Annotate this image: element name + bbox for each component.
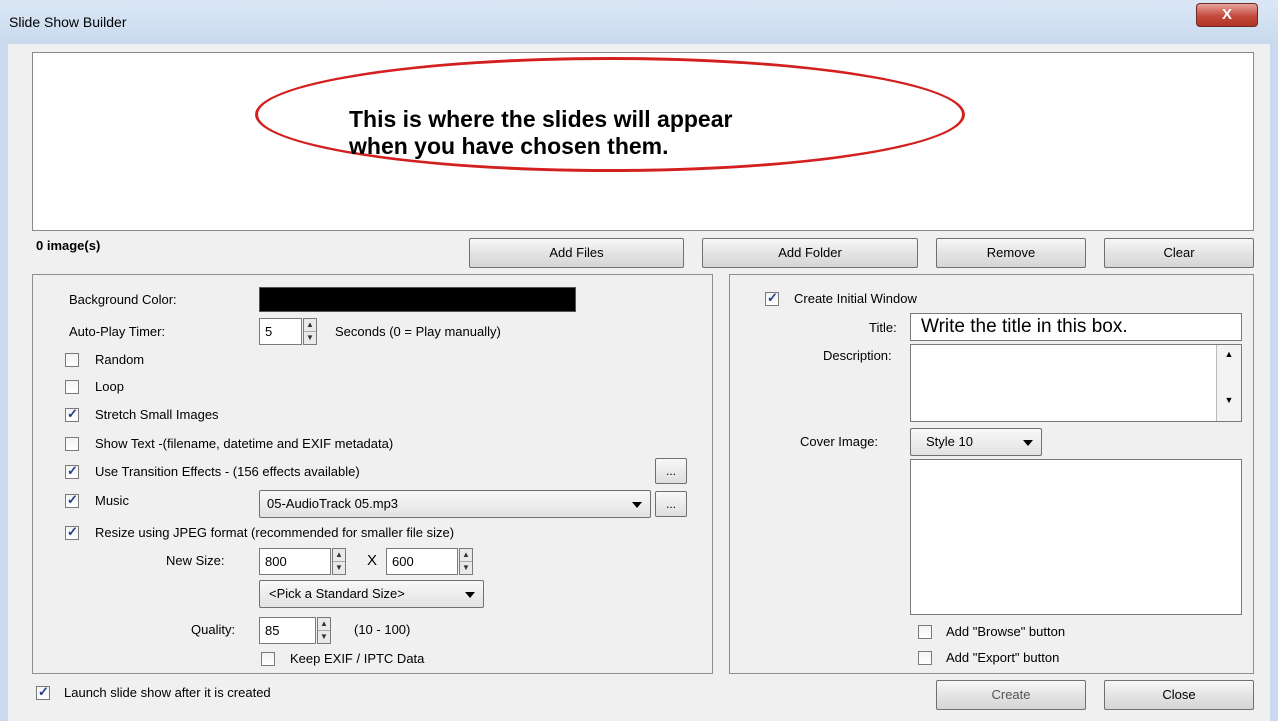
launch-label: Launch slide show after it is created <box>64 685 271 700</box>
new-size-label: New Size: <box>166 553 225 568</box>
cover-image-preview <box>910 459 1242 615</box>
music-dropdown[interactable]: 05-AudioTrack 05.mp3 <box>259 490 651 518</box>
add-folder-button[interactable]: Add Folder <box>702 238 918 268</box>
loop-label: Loop <box>95 379 124 394</box>
quality-stepper[interactable]: ▲ ▼ <box>317 617 331 644</box>
window-title: Slide Show Builder <box>9 14 127 30</box>
timer-label: Auto-Play Timer: <box>69 324 166 339</box>
title-input[interactable]: Write the title in this box. <box>910 313 1242 341</box>
image-count: 0 image(s) <box>36 238 101 253</box>
standard-size-dropdown[interactable]: <Pick a Standard Size> <box>259 580 484 608</box>
spin-down-icon[interactable]: ▼ <box>460 562 472 575</box>
remove-button[interactable]: Remove <box>936 238 1086 268</box>
music-checkbox[interactable] <box>65 492 79 508</box>
height-input[interactable]: 600 <box>386 548 458 575</box>
cover-image-value: Style 10 <box>926 434 973 449</box>
preview-message: This is where the slides will appear whe… <box>349 106 949 160</box>
export-button-label: Add "Export" button <box>946 650 1060 665</box>
music-more-button[interactable]: ... <box>655 491 687 517</box>
resize-checkbox[interactable] <box>65 524 79 540</box>
window-close-button[interactable]: X <box>1196 3 1258 27</box>
preview-message-line1: This is where the slides will appear <box>349 106 733 132</box>
stretch-label: Stretch Small Images <box>95 407 219 422</box>
transition-label: Use Transition Effects - (156 effects av… <box>95 464 360 479</box>
add-files-button[interactable]: Add Files <box>469 238 684 268</box>
launch-checkbox[interactable] <box>36 684 50 700</box>
random-label: Random <box>95 352 145 367</box>
spin-up-icon[interactable]: ▲ <box>333 549 345 562</box>
spin-down-icon[interactable]: ▼ <box>304 332 316 345</box>
stretch-checkbox[interactable] <box>65 406 79 422</box>
keep-exif-checkbox[interactable] <box>261 652 275 666</box>
standard-size-value: <Pick a Standard Size> <box>269 586 405 601</box>
scroll-up-icon[interactable]: ▲ <box>1217 349 1241 359</box>
close-button[interactable]: Close <box>1104 680 1254 710</box>
size-separator: X <box>367 552 378 569</box>
create-initial-label: Create Initial Window <box>794 291 917 306</box>
close-icon: X <box>1221 6 1232 23</box>
quality-range: (10 - 100) <box>354 622 411 637</box>
resize-label: Resize using JPEG format (recommended fo… <box>95 525 455 540</box>
quality-input[interactable]: 85 <box>259 617 316 644</box>
export-button-checkbox[interactable] <box>918 651 932 665</box>
timer-hint: Seconds (0 = Play manually) <box>335 324 501 339</box>
spin-down-icon[interactable]: ▼ <box>318 631 330 644</box>
title-label: Title: <box>869 320 897 335</box>
keep-exif-label: Keep EXIF / IPTC Data <box>290 651 425 666</box>
create-button[interactable]: Create <box>936 680 1086 710</box>
spin-up-icon[interactable]: ▲ <box>304 319 316 332</box>
show-text-label: Show Text -(filename, datetime and EXIF … <box>95 436 394 451</box>
background-color-swatch[interactable] <box>259 287 576 312</box>
height-stepper[interactable]: ▲ ▼ <box>459 548 473 575</box>
chevron-down-icon <box>1023 440 1033 446</box>
spin-down-icon[interactable]: ▼ <box>333 562 345 575</box>
quality-label: Quality: <box>191 622 236 637</box>
description-scrollbar[interactable]: ▲ ▼ <box>1216 345 1241 421</box>
cover-image-dropdown[interactable]: Style 10 <box>910 428 1042 456</box>
description-textarea[interactable] <box>910 344 1242 422</box>
chevron-down-icon <box>465 592 475 598</box>
spin-up-icon[interactable]: ▲ <box>318 618 330 631</box>
music-label: Music <box>95 493 129 508</box>
timer-input[interactable]: 5 <box>259 318 302 345</box>
description-label: Description: <box>823 348 892 363</box>
width-stepper[interactable]: ▲ ▼ <box>332 548 346 575</box>
transition-checkbox[interactable] <box>65 463 79 479</box>
chevron-down-icon <box>632 502 642 508</box>
browse-button-checkbox[interactable] <box>918 625 932 639</box>
title-bar <box>0 0 1278 44</box>
random-checkbox[interactable] <box>65 353 79 367</box>
timer-stepper[interactable]: ▲ ▼ <box>303 318 317 345</box>
preview-message-line2: when you have chosen them. <box>349 133 669 159</box>
loop-checkbox[interactable] <box>65 380 79 394</box>
scroll-down-icon[interactable]: ▼ <box>1217 395 1241 405</box>
show-text-checkbox[interactable] <box>65 437 79 451</box>
cover-image-label: Cover Image: <box>800 434 879 449</box>
clear-button[interactable]: Clear <box>1104 238 1254 268</box>
browse-button-label: Add "Browse" button <box>946 624 1066 639</box>
background-color-label: Background Color: <box>69 292 177 307</box>
spin-up-icon[interactable]: ▲ <box>460 549 472 562</box>
transition-more-button[interactable]: ... <box>655 458 687 484</box>
width-input[interactable]: 800 <box>259 548 331 575</box>
music-value: 05-AudioTrack 05.mp3 <box>267 496 399 511</box>
create-initial-checkbox[interactable] <box>765 290 779 306</box>
